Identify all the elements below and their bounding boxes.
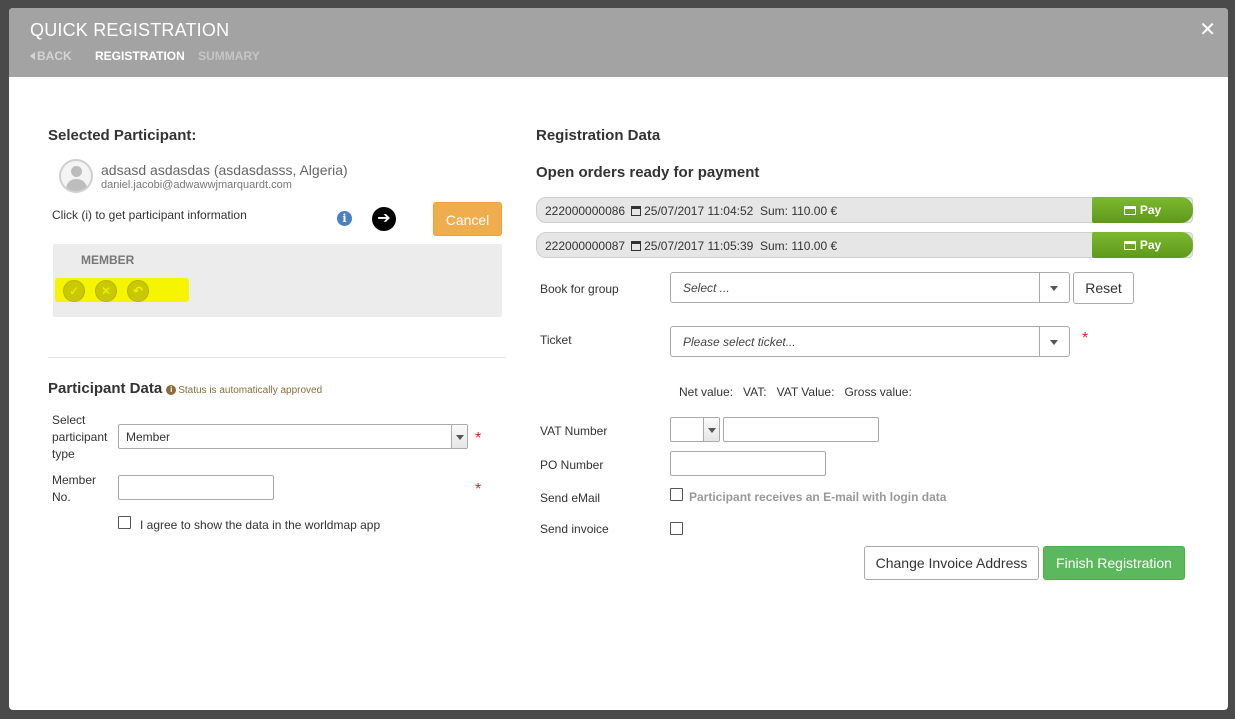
vat-number-input[interactable]: [723, 417, 879, 442]
pay-label: Pay: [1139, 203, 1162, 217]
pay-label: Pay: [1139, 238, 1162, 252]
reject-button[interactable]: ✕: [95, 280, 117, 302]
selected-participant-heading: Selected Participant:: [48, 127, 197, 144]
change-invoice-address-button[interactable]: Change Invoice Address: [864, 546, 1039, 580]
send-email-description: Participant receives an E-mail with logi…: [689, 490, 947, 504]
vat-number-label: VAT Number: [540, 424, 608, 438]
select-arrow: [451, 425, 467, 448]
required-mark: *: [1082, 330, 1089, 347]
select-arrow: [703, 418, 719, 441]
order-row: 222000000086 25/07/2017 11:04:52 Sum: 110…: [536, 197, 1193, 223]
required-mark: *: [475, 430, 482, 447]
summary-step[interactable]: SUMMARY: [198, 49, 260, 63]
participant-type-select[interactable]: Member: [118, 424, 468, 449]
worldmap-label: I agree to show the data in the worldmap…: [140, 518, 381, 532]
participant-type-label: Select participant type: [52, 413, 108, 461]
avatar-body-shape: [66, 179, 87, 191]
modal-title: QUICK REGISTRATION: [30, 20, 230, 40]
chevron-down-icon: [1050, 339, 1058, 345]
cancel-button[interactable]: Cancel: [433, 202, 502, 236]
book-for-group-select[interactable]: Select ...: [670, 272, 1070, 303]
pay-button[interactable]: Pay: [1092, 232, 1193, 258]
ticket-label: Ticket: [540, 333, 572, 347]
book-for-group-label: Book for group: [540, 282, 619, 296]
quick-registration-modal: QUICK REGISTRATION ✕ BACK REGISTRATION S…: [9, 8, 1228, 710]
order-datetime: 25/07/2017 11:05:39: [644, 239, 754, 253]
avatar: [59, 159, 93, 193]
approve-button[interactable]: ✓: [63, 280, 85, 302]
open-orders-heading: Open orders ready for payment: [536, 164, 760, 181]
chevron-down-icon: [1050, 285, 1058, 291]
ticket-placeholder: Please select ticket...: [683, 334, 796, 349]
participant-email: daniel.jacobi@adwawwjmarquardt.com: [101, 179, 292, 191]
pay-button[interactable]: Pay: [1092, 197, 1193, 223]
vat-value-label: VAT Value:: [776, 385, 835, 399]
worldmap-checkbox[interactable]: [118, 516, 131, 529]
ticket-select[interactable]: Please select ticket...: [670, 326, 1070, 357]
required-mark: *: [475, 481, 482, 498]
calendar-icon: [631, 206, 642, 216]
section-divider: [48, 357, 506, 358]
registration-data-heading: Registration Data: [536, 127, 661, 144]
chevron-down-icon: [456, 434, 464, 440]
reset-button[interactable]: Reset: [1073, 272, 1134, 304]
send-email-label: Send eMail: [540, 491, 601, 505]
wizard-steps: BACK REGISTRATION SUMMARY: [30, 49, 270, 63]
order-id: 222000000086: [545, 204, 626, 218]
participant-info-hint: Click (i) to get participant information: [52, 208, 247, 222]
select-arrow: [1039, 327, 1069, 356]
avatar-head-shape: [71, 166, 82, 177]
send-invoice-label: Send invoice: [540, 522, 609, 536]
order-summary: 222000000087 25/07/2017 11:05:39 Sum: 110…: [545, 239, 837, 253]
credit-card-icon: [1123, 206, 1136, 215]
participant-data-title: Participant Data: [48, 380, 163, 397]
po-number-input[interactable]: [670, 451, 826, 476]
chevron-down-icon: [708, 427, 716, 433]
status-note: Status is automatically approved: [178, 385, 323, 396]
undo-button[interactable]: ↶: [127, 280, 149, 302]
po-number-label: PO Number: [540, 458, 604, 472]
member-no-label: Member No.: [52, 473, 97, 504]
order-summary: 222000000086 25/07/2017 11:04:52 Sum: 110…: [545, 204, 837, 218]
order-row: 222000000087 25/07/2017 11:05:39 Sum: 110…: [536, 232, 1193, 258]
net-value-label: Net value:: [679, 385, 734, 399]
send-invoice-checkbox[interactable]: [670, 522, 683, 535]
back-arrow-icon: [30, 52, 35, 60]
info-circle-icon: i: [166, 385, 177, 395]
registration-step[interactable]: REGISTRATION: [95, 49, 185, 63]
participant-data-heading: Participant Data i Status is automatically…: [48, 380, 322, 397]
back-step-link[interactable]: BACK: [30, 49, 82, 63]
close-icon[interactable]: ✕: [1199, 17, 1216, 42]
credit-card-icon: [1123, 241, 1136, 250]
member-no-input[interactable]: [118, 475, 274, 500]
vat-label: VAT:: [743, 385, 767, 399]
order-id: 222000000087: [545, 239, 626, 253]
member-status-box: MEMBER ✓ ✕ ↶: [53, 244, 502, 317]
participant-name: adsasd asdasdas (asdasdasss, Algeria): [101, 162, 348, 178]
finish-registration-button[interactable]: Finish Registration: [1043, 546, 1185, 580]
price-summary: Net value: VAT: VAT Value: Gross value:: [679, 385, 912, 399]
gross-value-label: Gross value:: [844, 385, 912, 399]
participant-type-value: Member: [126, 429, 171, 444]
order-sum: Sum: 110.00 €: [759, 239, 838, 253]
order-sum: Sum: 110.00 €: [759, 204, 838, 218]
vat-country-select[interactable]: [670, 417, 720, 442]
arrow-right-icon[interactable]: ➔: [372, 207, 396, 231]
modal-header: QUICK REGISTRATION ✕ BACK REGISTRATION S…: [9, 8, 1228, 77]
member-label: MEMBER: [81, 253, 135, 267]
book-for-group-placeholder: Select ...: [683, 280, 730, 295]
send-email-checkbox[interactable]: [670, 488, 683, 501]
back-step-label: BACK: [37, 49, 72, 63]
info-icon[interactable]: i: [337, 211, 352, 226]
order-datetime: 25/07/2017 11:04:52: [644, 204, 754, 218]
calendar-icon: [631, 241, 642, 251]
select-arrow: [1039, 273, 1069, 302]
